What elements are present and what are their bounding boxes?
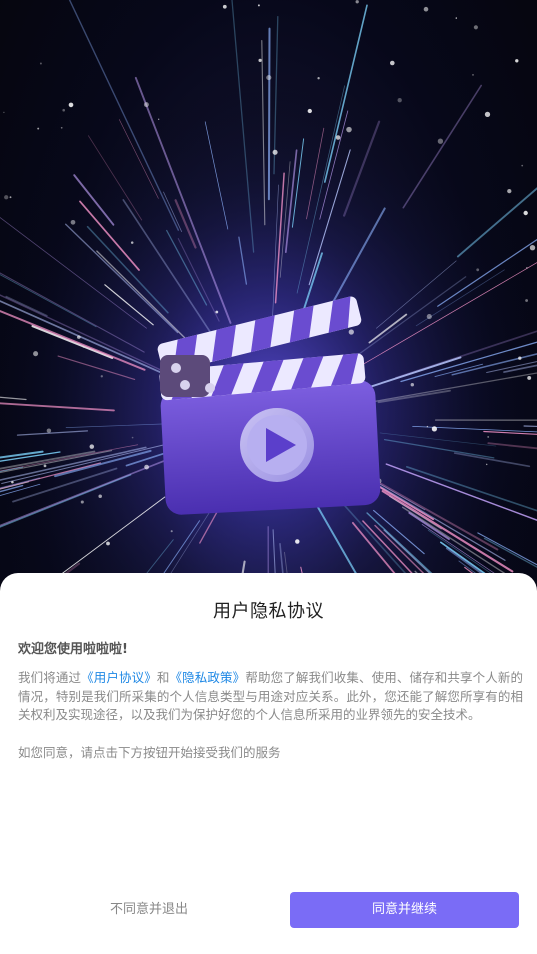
star-dot (307, 108, 312, 114)
star-dot (98, 494, 102, 499)
star-dot (4, 195, 9, 200)
star-dot (43, 464, 47, 468)
star-dot (317, 77, 320, 80)
star-dot (144, 464, 149, 470)
star-dot (515, 59, 519, 63)
star-dot (397, 98, 402, 103)
star-dot (485, 463, 488, 466)
star-dot (9, 196, 12, 199)
star-dot (70, 219, 76, 225)
welcome-text: 欢迎您使用啦啦啦! (18, 642, 128, 657)
star-dot (257, 4, 260, 7)
star-dot (346, 126, 352, 133)
star-dot (476, 268, 480, 272)
star-dot (3, 111, 5, 114)
star-dot (472, 74, 474, 76)
star-dot (437, 138, 444, 144)
star-dot (410, 383, 414, 387)
privacy-dialog-sheet: 用户隐私协议 欢迎您使用啦啦啦! 我们将通过《用户协议》和《隐私政策》帮助您了解… (0, 573, 537, 954)
star-dot (507, 188, 512, 194)
light-streak (267, 27, 271, 201)
consent-hint: 如您同意，请点击下方按钮开始接受我们的服务 (18, 745, 281, 760)
warp-speed-background (0, 0, 537, 600)
star-dot (527, 375, 532, 380)
star-dot (473, 25, 478, 30)
agree-continue-button[interactable]: 同意并继续 (290, 892, 519, 928)
star-dot (335, 135, 341, 140)
disagree-exit-button[interactable]: 不同意并退出 (18, 892, 280, 928)
star-dot (266, 75, 272, 81)
star-dot (215, 310, 219, 314)
star-dot (426, 314, 432, 320)
star-dot (131, 436, 134, 439)
star-dot (106, 541, 110, 546)
star-dot (526, 267, 528, 269)
star-dot (130, 241, 134, 244)
star-dot (390, 60, 395, 66)
star-dot (60, 126, 63, 129)
star-dot (46, 428, 52, 433)
star-dot (11, 480, 14, 484)
star-dot (431, 426, 438, 432)
star-dot (89, 444, 95, 449)
star-dot (518, 356, 522, 360)
star-dot (426, 425, 429, 428)
star-dot (37, 127, 40, 130)
star-dot (529, 245, 536, 251)
star-dot (295, 539, 300, 544)
star-dot (62, 108, 65, 112)
star-dot (82, 346, 85, 348)
paragraph-prefix: 我们将通过 (18, 670, 82, 685)
star-dot (158, 118, 160, 120)
hero-background (0, 0, 537, 600)
star-dot (258, 58, 262, 63)
star-dot (222, 4, 227, 9)
star-dot (33, 351, 39, 357)
star-dot (100, 375, 103, 378)
star-dot (455, 17, 457, 19)
agreement-paragraph: 我们将通过《用户协议》和《隐私政策》帮助您了解我们收集、使用、储存和共享个人新的… (18, 669, 523, 725)
star-dot (355, 0, 359, 4)
star-dot (77, 335, 81, 339)
star-dot (521, 164, 524, 167)
star-dot (487, 435, 490, 438)
star-dot (523, 210, 528, 216)
star-dot (272, 149, 278, 155)
user-agreement-link[interactable]: 《用户协议》 (81, 670, 157, 685)
star-dot (484, 111, 491, 118)
privacy-policy-link[interactable]: 《隐私政策》 (170, 670, 246, 685)
star-dot (170, 530, 173, 533)
app-screen: 用户隐私协议 欢迎您使用啦啦啦! 我们将通过《用户协议》和《隐私政策》帮助您了解… (0, 0, 537, 954)
star-dot (80, 500, 84, 504)
star-dot (39, 62, 42, 65)
star-dot (348, 329, 354, 335)
star-dot (143, 102, 149, 108)
star-dot (525, 299, 529, 302)
star-dot (68, 102, 74, 108)
paragraph-and: 和 (156, 670, 170, 685)
dialog-title: 用户隐私协议 (213, 601, 324, 622)
star-dot (423, 6, 429, 12)
